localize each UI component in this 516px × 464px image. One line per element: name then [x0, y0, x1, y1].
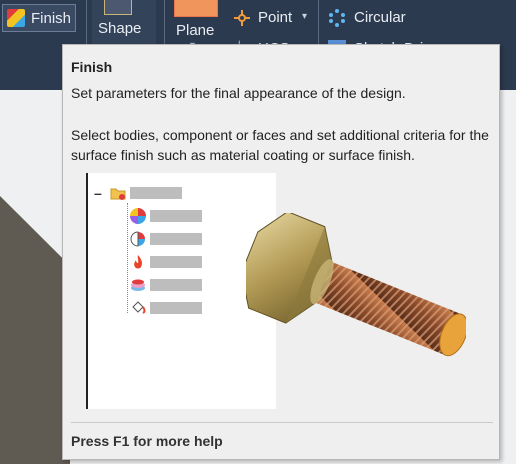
collapse-icon: –	[94, 185, 102, 201]
graphics-canvas	[500, 90, 516, 464]
circular-pattern-icon[interactable]	[328, 9, 346, 27]
finish-button[interactable]: Finish	[2, 4, 76, 32]
plane-button-label[interactable]: Plane	[176, 22, 214, 39]
hex-bolt-illustration	[246, 213, 466, 357]
paint-layers-icon	[131, 279, 145, 291]
chevron-down-icon[interactable]: ▾	[302, 11, 307, 22]
shape-button-label: Shape	[98, 20, 142, 37]
color-wheel-icon	[130, 208, 146, 224]
finish-button-label: Finish	[31, 9, 72, 27]
finish-icon	[7, 9, 25, 27]
tooltip-illustration: –	[86, 173, 480, 409]
tree-label-placeholder	[150, 210, 202, 222]
plane-icon[interactable]	[174, 0, 218, 17]
circular-button-label[interactable]: Circular	[354, 9, 406, 26]
tree-connector	[127, 203, 129, 313]
paint-bucket-icon	[132, 301, 146, 314]
tooltip-divider	[71, 422, 493, 423]
tree-label-placeholder	[150, 233, 202, 245]
color-pie-icon	[130, 231, 145, 247]
tree-label-placeholder	[130, 187, 182, 199]
flame-icon	[134, 255, 142, 269]
tree-label-placeholder	[150, 279, 202, 291]
tree-label-placeholder	[150, 302, 202, 314]
tooltip-title: Finish	[71, 59, 113, 75]
shape-icon	[104, 0, 132, 15]
folder-icon	[110, 188, 126, 200]
tree-label-placeholder	[150, 256, 202, 268]
point-button-label[interactable]: Point	[258, 9, 292, 26]
tooltip-help-text: Press F1 for more help	[71, 433, 223, 449]
point-icon[interactable]	[234, 10, 250, 26]
tooltip-detail: Select bodies, component or faces and se…	[71, 127, 489, 163]
tooltip-summary: Set parameters for the final appearance …	[71, 85, 406, 101]
command-tooltip: Finish Set parameters for the final appe…	[62, 44, 500, 460]
